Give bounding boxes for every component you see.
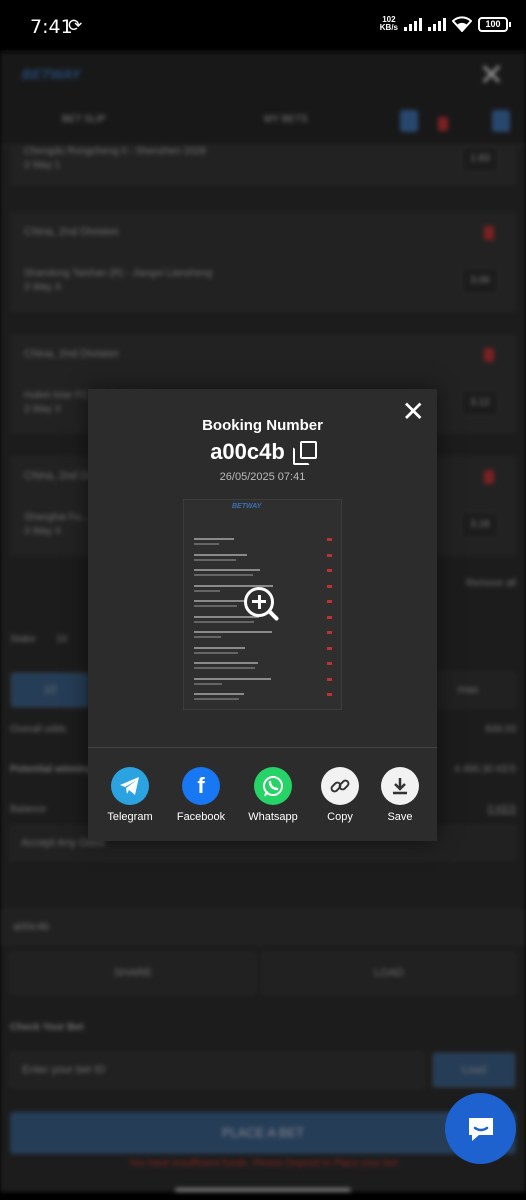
betslip-preview-image[interactable]: BETWAY — [183, 499, 342, 710]
sync-icon: ⟳ — [68, 16, 83, 35]
status-bar: 7:41 ⟳ 102 KB/s 100 — [0, 0, 526, 52]
modal-title: Booking Number — [202, 417, 323, 434]
preview-line — [194, 569, 260, 571]
preview-line — [194, 662, 258, 664]
share-save-button[interactable]: Save — [365, 767, 435, 823]
zoom-in-icon[interactable] — [244, 587, 284, 627]
preview-marker — [327, 538, 332, 541]
divider — [88, 747, 437, 748]
booking-datetime: 26/05/2025 07:41 — [219, 471, 306, 483]
preview-line — [194, 631, 272, 633]
preview-line — [194, 589, 220, 592]
preview-line — [194, 698, 239, 700]
chat-icon — [468, 1117, 493, 1141]
preview-line — [194, 682, 222, 685]
booking-code-row: a00c4b — [88, 439, 437, 465]
network-speed-unit: KB/s — [379, 23, 398, 32]
preview-line — [194, 605, 237, 607]
share-label: Save — [387, 811, 413, 823]
preview-marker — [327, 677, 332, 681]
preview-marker — [327, 662, 332, 665]
network-speed: 102 KB/s — [380, 16, 398, 32]
wifi-icon — [452, 16, 472, 32]
preview-line — [194, 538, 234, 540]
share-telegram-button[interactable]: Telegram — [95, 767, 165, 823]
telegram-icon — [111, 767, 149, 805]
preview-line — [194, 553, 247, 556]
preview-line — [194, 600, 246, 602]
share-label: Facebook — [176, 811, 226, 823]
share-label: Whatsapp — [248, 811, 298, 823]
preview-marker — [327, 646, 332, 650]
share-whatsapp-button[interactable]: Whatsapp — [238, 767, 308, 823]
preview-marker — [327, 693, 332, 696]
share-options: Telegram f Facebook Whatsapp Copy Save — [88, 767, 437, 827]
signal-icon — [404, 17, 422, 31]
preview-marker — [327, 631, 332, 634]
signal-icon — [428, 17, 446, 31]
preview-line — [194, 667, 255, 669]
link-icon — [321, 767, 359, 805]
preview-line — [194, 543, 219, 545]
preview-line — [194, 558, 236, 561]
preview-marker — [327, 615, 332, 619]
whatsapp-icon — [254, 767, 292, 805]
preview-line — [194, 677, 271, 680]
booking-modal: ✕ Booking Number a00c4b 26/05/2025 07:41… — [88, 389, 437, 841]
booking-code: a00c4b — [210, 439, 285, 464]
battery-level: 100 — [485, 18, 501, 29]
preview-marker — [327, 584, 332, 588]
share-label: Telegram — [107, 811, 153, 823]
chat-button[interactable] — [445, 1093, 516, 1164]
preview-line — [194, 574, 253, 576]
preview-line — [194, 693, 244, 695]
preview-marker — [327, 600, 332, 603]
status-time: 7:41 — [30, 16, 73, 38]
status-icons: 102 KB/s 100 — [380, 16, 511, 32]
battery-icon: 100 — [478, 16, 511, 32]
preview-line — [194, 646, 245, 649]
preview-marker — [327, 569, 332, 572]
share-facebook-button[interactable]: f Facebook — [166, 767, 236, 823]
download-icon — [381, 767, 419, 805]
facebook-icon: f — [182, 767, 220, 805]
preview-line — [194, 651, 238, 654]
preview-line — [194, 636, 221, 638]
preview-marker — [327, 553, 332, 557]
preview-logo: BETWAY — [232, 503, 262, 510]
copy-icon[interactable] — [292, 441, 317, 465]
